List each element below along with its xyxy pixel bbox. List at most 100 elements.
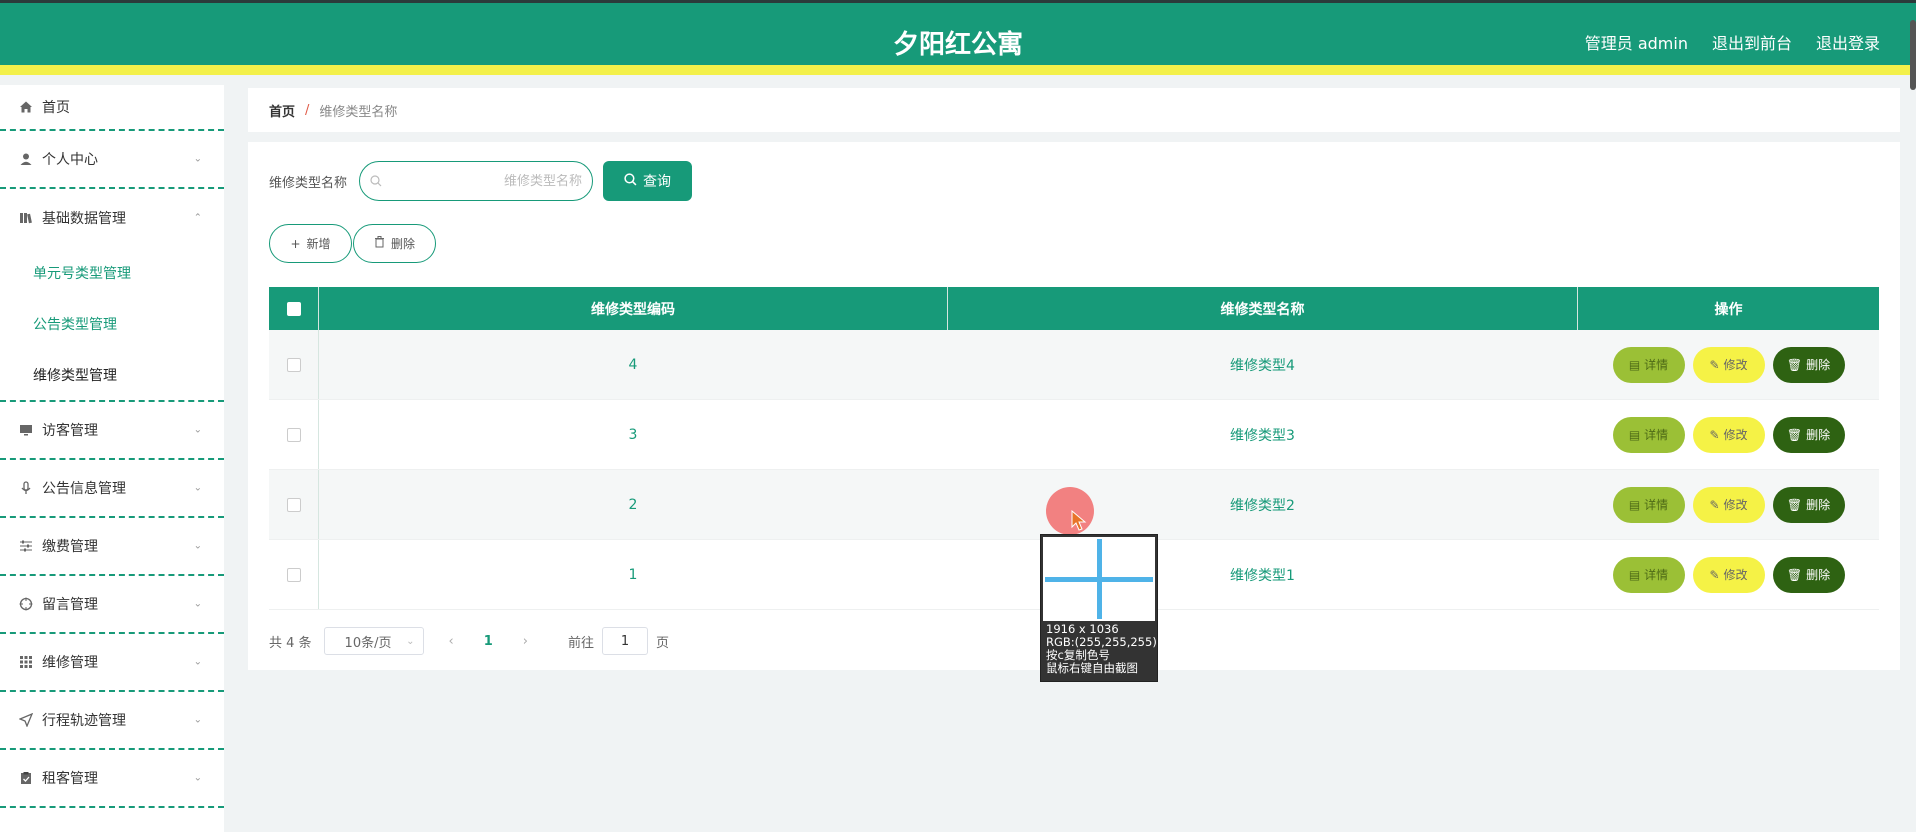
sidebar-item-label: 维修管理 <box>42 655 98 671</box>
sidebar-item-payment[interactable]: 缴费管理 ⌄ <box>0 518 224 576</box>
sidebar-item-repair-type[interactable]: 维修类型管理 <box>0 349 224 400</box>
row-checkbox[interactable] <box>286 567 301 582</box>
cell-name: 维修类型3 <box>1230 427 1295 444</box>
row-checkbox[interactable] <box>286 427 301 442</box>
pencil-icon: ✎ <box>1709 567 1720 582</box>
row-delete-button[interactable]: 🗑 删除 <box>1772 486 1845 523</box>
document-icon: ▤ <box>1628 427 1641 442</box>
sidebar-item-trip[interactable]: 行程轨迹管理 ⌄ <box>0 692 224 750</box>
sliders-icon <box>18 538 34 554</box>
magnifier-info: 1916 x 1036 RGB:(255,255,255) 按c复制色号 鼠标右… <box>1046 622 1157 675</box>
row-checkbox-cell <box>269 470 319 539</box>
chevron-down-icon: ⌄ <box>193 772 202 784</box>
breadcrumb: 首页 / 维修类型名称 <box>248 88 1900 132</box>
chevron-up-icon: ⌃ <box>193 212 202 224</box>
edit-button-label: 修改 <box>1723 428 1748 442</box>
delete-button-label: 删除 <box>1806 358 1831 372</box>
page-size-select[interactable]: 10条/页 ⌄ <box>323 627 424 655</box>
plus-icon: + <box>290 236 301 251</box>
detail-button[interactable]: ▤ 详情 <box>1612 416 1685 453</box>
row-delete-button[interactable]: 🗑 删除 <box>1772 346 1845 383</box>
cell-operations: ▤ 详情 ✎ 修改 🗑 删除 <box>1578 330 1879 399</box>
detail-button-label: 详情 <box>1644 428 1669 442</box>
sidebar-item-repair[interactable]: 维修管理 ⌄ <box>0 634 224 692</box>
delete-button[interactable]: 删除 <box>353 224 436 263</box>
cell-code: 2 <box>628 496 638 513</box>
trash-icon: 🗑 <box>1786 357 1803 372</box>
breadcrumb-home[interactable]: 首页 <box>269 101 295 120</box>
crosshair-horizontal <box>1045 577 1153 582</box>
edit-button[interactable]: ✎ 修改 <box>1692 556 1765 593</box>
cell-code: 1 <box>628 566 638 583</box>
chevron-down-icon: ⌄ <box>193 153 202 165</box>
pagination: 共 4 条 10条/页 ⌄ ‹ 1 › 前往 1 页 <box>269 627 669 655</box>
goto-label: 前往 <box>568 635 595 651</box>
trash-icon <box>374 236 385 251</box>
add-button[interactable]: + 新增 <box>269 224 352 263</box>
chevron-down-icon: ⌄ <box>193 598 202 610</box>
cell-operations: ▤ 详情 ✎ 修改 🗑 删除 <box>1578 540 1879 609</box>
monitor-icon <box>18 422 34 438</box>
home-icon <box>18 99 34 115</box>
chevron-down-icon: ⌄ <box>193 540 202 552</box>
sidebar-item-message[interactable]: 留言管理 ⌄ <box>0 576 224 634</box>
sidebar-item-label: 个人中心 <box>42 152 98 168</box>
table-header: 维修类型编码 维修类型名称 操作 <box>269 287 1879 330</box>
cell-name: 维修类型2 <box>1230 497 1295 514</box>
submenu-basic: 单元号类型管理 公告类型管理 维修类型管理 <box>0 247 224 402</box>
page-size-value: 10条/页 <box>344 635 392 651</box>
edit-button-label: 修改 <box>1723 498 1748 512</box>
sidebar-item-home[interactable]: 首页 <box>0 85 224 131</box>
edit-button[interactable]: ✎ 修改 <box>1692 486 1765 523</box>
sidebar-item-notice-type[interactable]: 公告类型管理 <box>0 298 224 349</box>
search-button[interactable]: 查询 <box>603 161 693 201</box>
row-delete-button[interactable]: 🗑 删除 <box>1772 556 1845 593</box>
row-checkbox-cell <box>269 540 319 609</box>
cell-operations: ▤ 详情 ✎ 修改 🗑 删除 <box>1578 400 1879 469</box>
page-number[interactable]: 1 <box>484 634 493 649</box>
sidebar: 首页 个人中心 ⌄ 基础数据管理 ⌃ 单元号类型管理 公告类型管理 维修类型管理… <box>0 85 224 832</box>
search-input[interactable] <box>402 173 583 189</box>
admin-label[interactable]: 管理员 admin <box>1585 30 1688 54</box>
logout-link[interactable]: 退出登录 <box>1816 30 1880 54</box>
book-icon <box>18 210 34 226</box>
sidebar-item-label: 留言管理 <box>42 597 98 613</box>
cell-code: 4 <box>628 356 638 373</box>
trash-icon: 🗑 <box>1786 497 1803 512</box>
sidebar-item-label: 缴费管理 <box>42 539 98 555</box>
target-icon <box>18 596 34 612</box>
pencil-icon: ✎ <box>1709 427 1720 442</box>
user-icon <box>18 151 34 167</box>
sidebar-item-rent[interactable]: 租客管理 ⌄ <box>0 750 224 808</box>
page-suffix: 页 <box>656 635 670 651</box>
sidebar-item-unit-type[interactable]: 单元号类型管理 <box>0 247 224 298</box>
pencil-icon: ✎ <box>1709 357 1720 372</box>
magnifier-view <box>1043 537 1155 621</box>
sidebar-item-label: 访客管理 <box>42 423 98 439</box>
front-link[interactable]: 退出到前台 <box>1712 30 1792 54</box>
sidebar-item-visitor[interactable]: 访客管理 ⌄ <box>0 402 224 460</box>
row-delete-button[interactable]: 🗑 删除 <box>1772 416 1845 453</box>
row-checkbox[interactable] <box>286 497 301 512</box>
window-scrollbar[interactable] <box>1910 20 1916 90</box>
prev-page-button[interactable]: ‹ <box>449 634 454 649</box>
search-label: 维修类型名称 <box>269 175 348 191</box>
sidebar-item-basic[interactable]: 基础数据管理 ⌃ <box>0 189 224 247</box>
detail-button[interactable]: ▤ 详情 <box>1612 486 1685 523</box>
sidebar-item-personal[interactable]: 个人中心 ⌄ <box>0 131 224 189</box>
chevron-down-icon: ⌄ <box>193 656 202 668</box>
goto-page-input[interactable]: 1 <box>602 627 649 655</box>
select-all-checkbox[interactable] <box>286 301 301 316</box>
row-checkbox[interactable] <box>286 357 301 372</box>
grid-icon <box>18 654 34 670</box>
detail-button[interactable]: ▤ 详情 <box>1612 556 1685 593</box>
edit-button[interactable]: ✎ 修改 <box>1692 346 1765 383</box>
detail-button[interactable]: ▤ 详情 <box>1612 346 1685 383</box>
edit-button[interactable]: ✎ 修改 <box>1692 416 1765 453</box>
sidebar-item-notice-info[interactable]: 公告信息管理 ⌄ <box>0 460 224 518</box>
column-header: 维修类型编码 <box>319 287 948 330</box>
next-page-button[interactable]: › <box>523 634 528 649</box>
breadcrumb-separator: / <box>305 102 310 118</box>
search-icon <box>624 172 637 190</box>
cell-code: 3 <box>628 426 638 443</box>
